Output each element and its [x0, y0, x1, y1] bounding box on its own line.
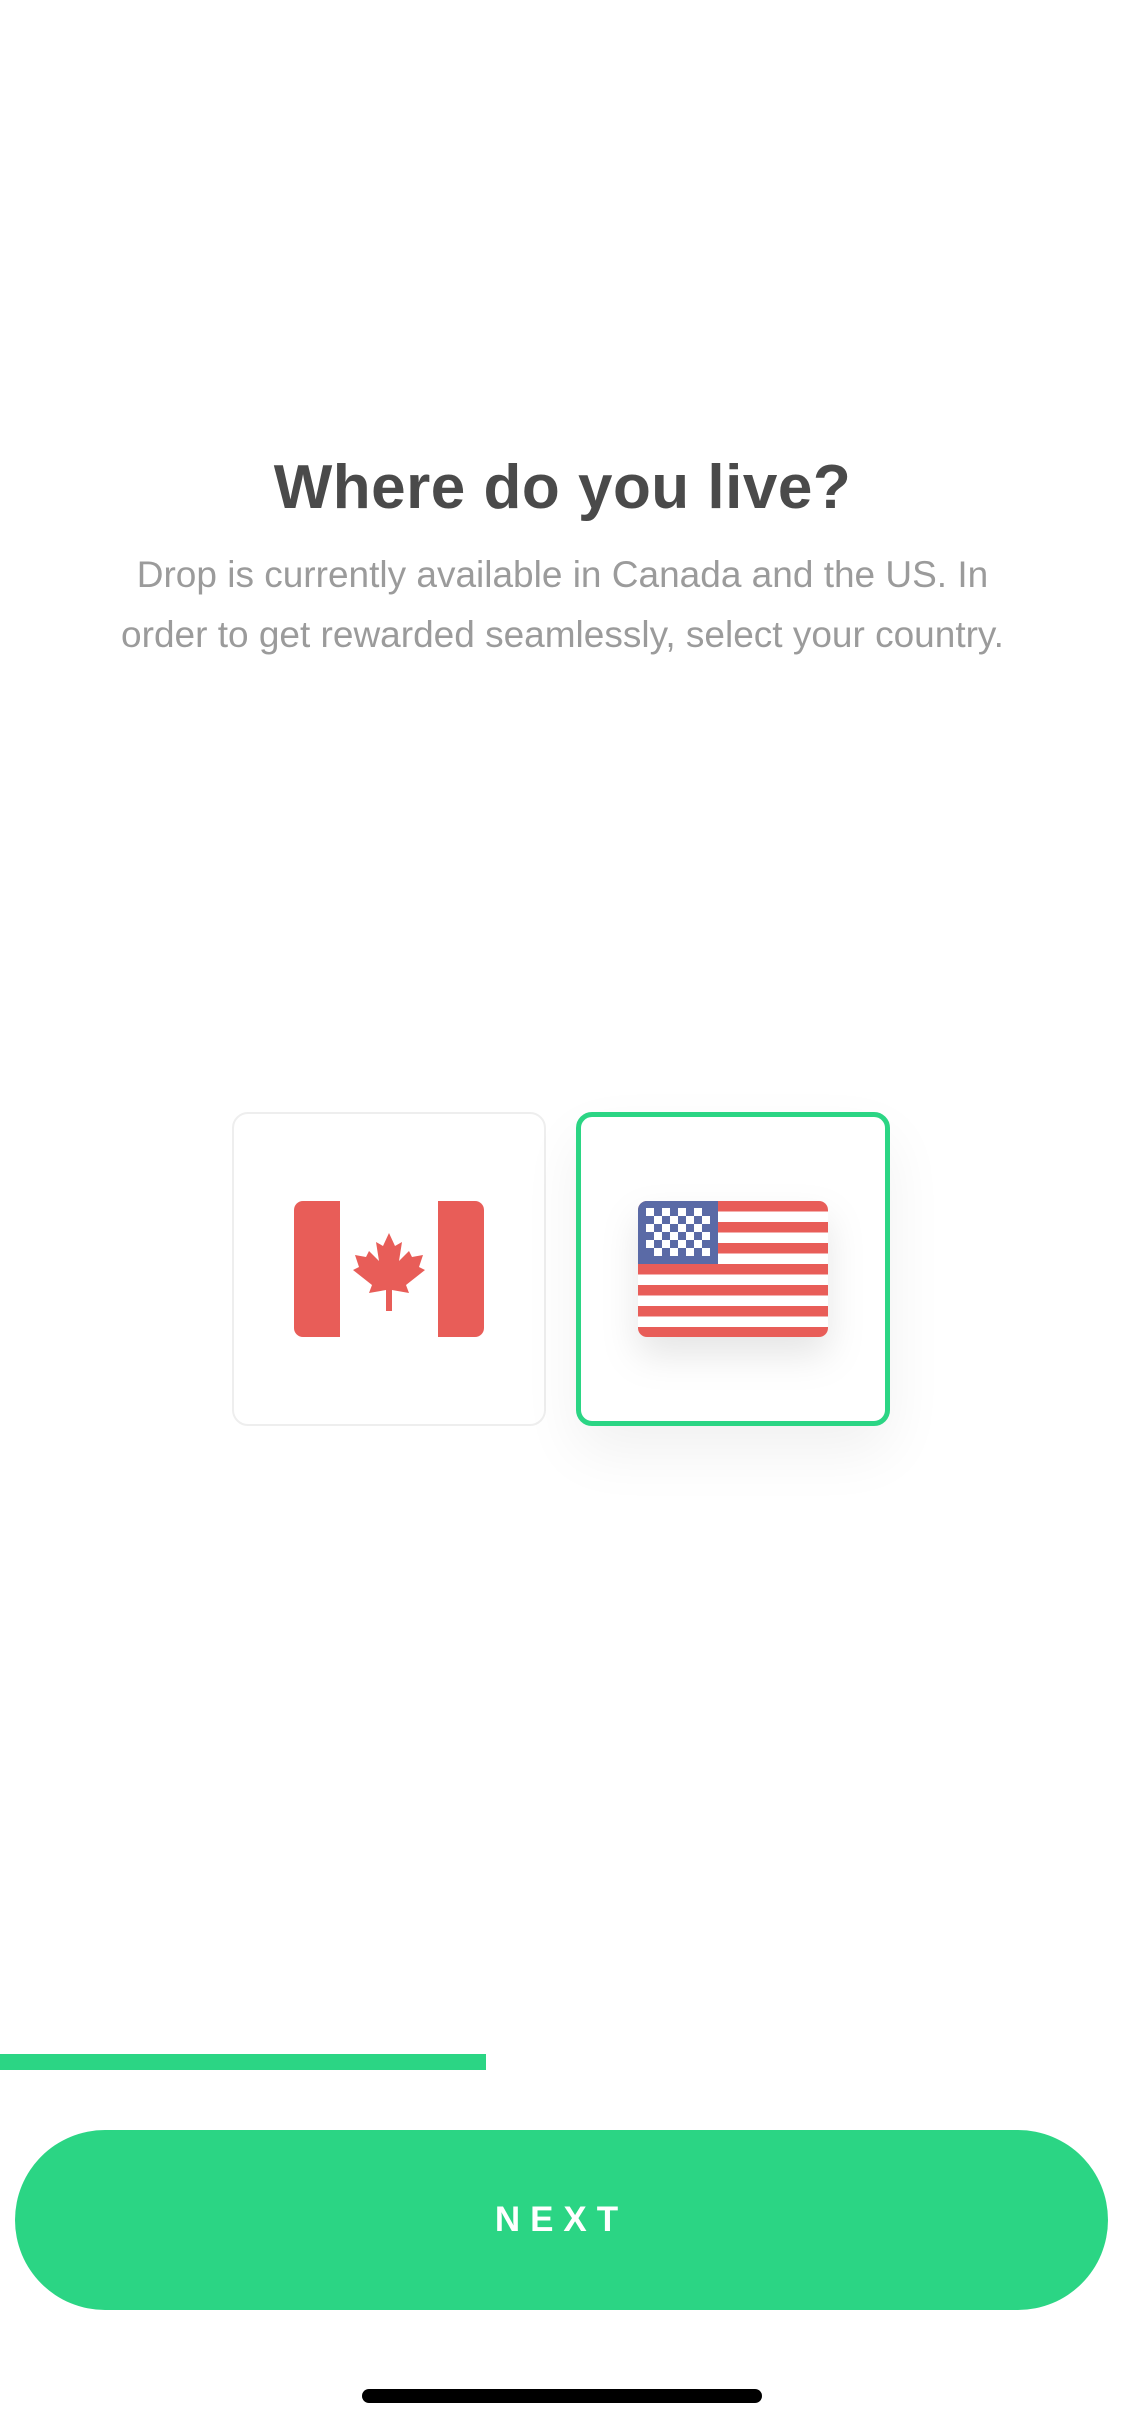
country-option-usa[interactable]: [576, 1112, 890, 1426]
onboarding-progress-fill: [0, 2054, 486, 2070]
country-option-canada[interactable]: [232, 1112, 546, 1426]
usa-flag-wrapper: [638, 1201, 828, 1337]
next-button[interactable]: NEXT: [15, 2130, 1108, 2310]
page-subtitle: Drop is currently available in Canada an…: [121, 554, 1004, 655]
usa-flag-icon: [638, 1201, 828, 1337]
onboarding-progress-bar: [0, 2054, 1125, 2070]
page-title: Where do you live?: [273, 453, 852, 522]
country-select-screen: Where do you live? Drop is currently ava…: [0, 0, 1125, 2436]
home-indicator: [362, 2389, 762, 2403]
canada-flag-icon: [294, 1201, 484, 1337]
